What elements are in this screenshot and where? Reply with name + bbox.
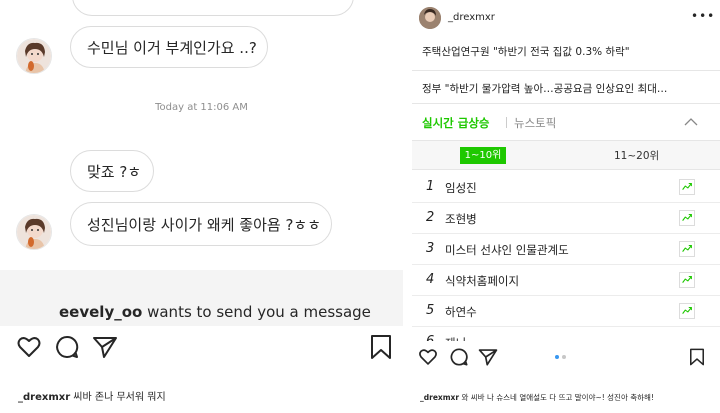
send-icon[interactable]: [92, 334, 118, 360]
bookmark-icon[interactable]: [368, 334, 394, 360]
carousel-dot: [562, 355, 566, 359]
news-headline[interactable]: 주택산업연구원 "하반기 전국 집값 0.3% 하락": [422, 44, 714, 59]
trend-chart-icon[interactable]: [679, 303, 695, 319]
message-bubble: 수민님 이거 부계인가요 ..?: [70, 26, 268, 68]
message-bubble: 성진님이랑 사이가 왜케 좋아욤 ?ㅎㅎ: [70, 202, 332, 246]
request-message: wants to send you a message: [142, 303, 371, 321]
caption-text: 와 씨바 나 슈스네 열애설도 다 뜨고 말이야~! 성진아 축하해!: [459, 393, 654, 402]
post-panel: _drexmxr ••• 주택산업연구원 "하반기 전국 집값 0.3% 하락"…: [412, 0, 720, 413]
caption-text: 씨바 존나 무서워 뭐지: [70, 392, 166, 403]
trend-chart-icon[interactable]: [679, 241, 695, 257]
range-11-20-button[interactable]: 11~20위: [614, 148, 659, 163]
trend-chart-icon[interactable]: [679, 210, 695, 226]
post-username[interactable]: _drexmxr: [448, 12, 495, 23]
ranking-tabs: 실시간 급상승 뉴스토픽: [412, 106, 720, 136]
dm-panel: 수민님 이거 부계인가요 ..? Today at 11:06 AM 맞죠 ?ㅎ…: [0, 0, 403, 413]
rank-term: 임성진: [445, 181, 477, 195]
message-timestamp: Today at 11:06 AM: [155, 102, 248, 113]
request-username[interactable]: eevely_oo: [59, 303, 142, 321]
chat-thread: 수민님 이거 부계인가요 ..? Today at 11:06 AM 맞죠 ?ㅎ…: [0, 0, 403, 270]
trend-chart-icon[interactable]: [679, 272, 695, 288]
rank-term: 조현병: [445, 212, 477, 226]
rank-number: 3: [426, 241, 435, 256]
tab-divider: [506, 117, 507, 128]
chevron-up-icon[interactable]: [684, 115, 698, 129]
avatar[interactable]: [16, 214, 52, 250]
tab-news-topic[interactable]: 뉴스토픽: [514, 115, 556, 131]
post-caption: _drexmxr 씨바 존나 무서워 뭐지: [18, 388, 166, 403]
message-request-banner[interactable]: eevely_oo wants to send you a message: [0, 270, 403, 326]
rank-number: 1: [426, 179, 435, 194]
more-options-icon[interactable]: •••: [691, 9, 715, 23]
rank-row[interactable]: 2 조현병: [412, 203, 720, 234]
message-text: 성진님이랑 사이가 왜케 좋아욤 ?ㅎㅎ: [87, 215, 322, 234]
message-request-text: eevely_oo wants to send you a message: [59, 303, 371, 321]
comment-icon[interactable]: [449, 347, 469, 367]
screenshot-collage: 수민님 이거 부계인가요 ..? Today at 11:06 AM 맞죠 ?ㅎ…: [0, 0, 720, 413]
heart-icon[interactable]: [418, 347, 438, 367]
rank-number: 2: [426, 210, 435, 225]
caption-username[interactable]: _drexmxr: [18, 392, 70, 403]
tab-realtime[interactable]: 실시간 급상승: [422, 115, 489, 131]
avatar-image: [17, 215, 51, 249]
rank-number: 4: [426, 272, 435, 287]
comment-icon[interactable]: [54, 334, 80, 360]
carousel-dot-active: [555, 355, 559, 359]
range-1-10-button[interactable]: 1~10위: [460, 147, 506, 164]
avatar[interactable]: [419, 7, 441, 29]
rank-term: 식약처홈페이지: [445, 274, 520, 288]
avatar-image: [17, 39, 51, 73]
message-bubble: [72, 0, 354, 16]
heart-icon[interactable]: [16, 334, 42, 360]
rank-term: 하연수: [445, 305, 477, 319]
rank-term: 미스터 선샤인 인물관계도: [445, 243, 569, 257]
message-text: 수민님 이거 부계인가요 ..?: [87, 38, 257, 57]
post-action-bar: [412, 341, 720, 371]
rank-row[interactable]: 5 하연수: [412, 296, 720, 327]
news-separator: [412, 103, 720, 104]
avatar[interactable]: [16, 38, 52, 74]
rank-row[interactable]: 3 미스터 선샤인 인물관계도: [412, 234, 720, 265]
rank-number: 5: [426, 303, 435, 318]
post-header: _drexmxr •••: [412, 0, 720, 36]
message-text: 맞죠 ?ㅎ: [87, 162, 142, 181]
post-action-bar: [0, 326, 403, 370]
message-bubble: 맞죠 ?ㅎ: [70, 150, 154, 192]
send-icon[interactable]: [478, 347, 498, 367]
bookmark-icon[interactable]: [688, 347, 706, 367]
news-headline[interactable]: 정부 "하반기 물가압력 높아…공공요금 인상요인 최대…: [422, 81, 714, 96]
panel-divider: [403, 0, 412, 413]
avatar-image: [419, 7, 441, 29]
rank-range-selector: 1~10위 11~20위: [412, 140, 720, 170]
rank-row[interactable]: 1 임성진: [412, 172, 720, 203]
news-separator: [412, 70, 720, 71]
post-caption: _drexmxr 와 씨바 나 슈스네 열애설도 다 뜨고 말이야~! 성진아 …: [420, 392, 654, 403]
caption-username[interactable]: _drexmxr: [420, 393, 459, 402]
trend-chart-icon[interactable]: [679, 179, 695, 195]
rank-row[interactable]: 4 식약처홈페이지: [412, 265, 720, 296]
